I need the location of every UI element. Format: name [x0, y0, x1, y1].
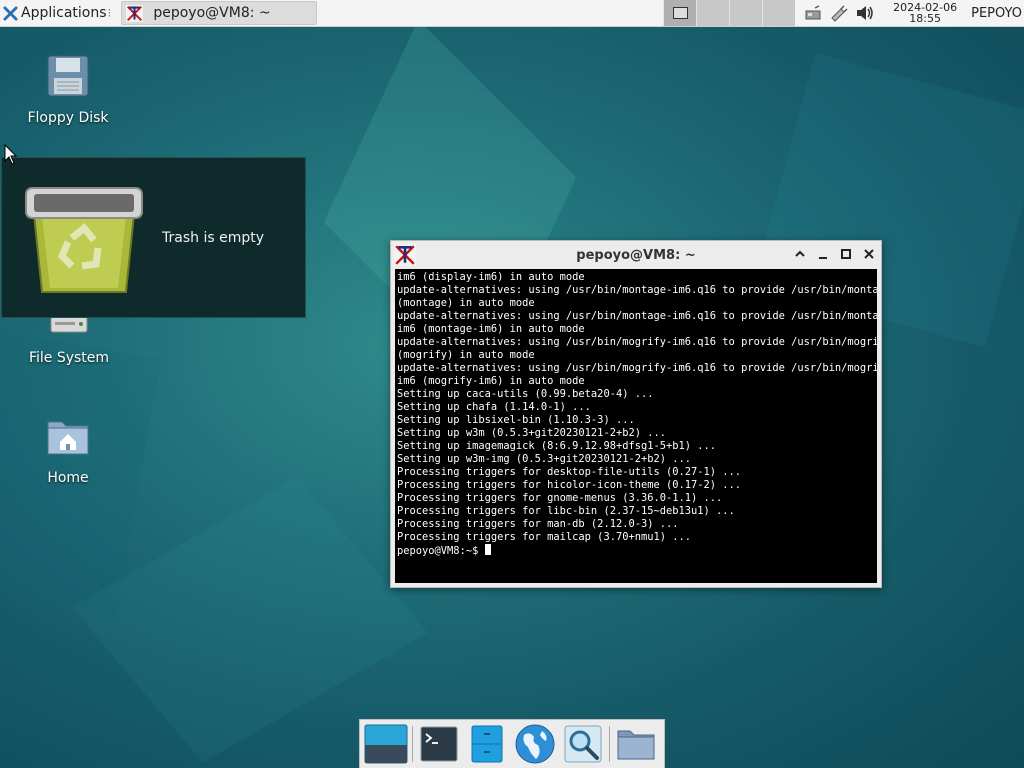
workspace-2[interactable]	[696, 0, 730, 26]
terminal-prompt-line: pepoyo@VM8:~$	[397, 544, 875, 558]
terminal-line: im6 (montage-im6) in auto mode	[397, 323, 585, 335]
terminal-line: update-alternatives: using /usr/bin/mogr…	[397, 336, 877, 348]
terminal-line: Setting up w3m (0.5.3+git20230121-2+b2) …	[397, 427, 666, 439]
applications-menu-button[interactable]: Applications ⁝	[0, 0, 115, 26]
desktop-icon-label: Floppy Disk	[27, 110, 109, 126]
app-finder-icon	[564, 725, 602, 763]
chevron-up-icon	[795, 250, 805, 257]
floppy-disk-icon	[47, 55, 89, 97]
terminal-line: Processing triggers for desktop-file-uti…	[397, 466, 742, 478]
dock-app-finder[interactable]	[561, 722, 605, 766]
bottom-dock	[359, 719, 665, 768]
terminal-line: update-alternatives: using /usr/bin/mont…	[397, 310, 877, 322]
desktop-icon-home[interactable]: Home	[13, 412, 123, 486]
dock-separator	[609, 726, 610, 762]
terminal-output[interactable]: im6 (display-im6) in auto mode update-alt…	[395, 269, 877, 583]
terminal-titlebar[interactable]: pepoyo@VM8: ~	[391, 241, 881, 269]
workspace-3[interactable]	[729, 0, 763, 26]
workspace-4[interactable]	[762, 0, 796, 26]
xterm-icon[interactable]	[394, 244, 416, 266]
shade-button[interactable]	[792, 246, 808, 262]
terminal-line: update-alternatives: using /usr/bin/mogr…	[397, 362, 877, 374]
maximize-button[interactable]	[838, 246, 854, 262]
system-tray	[803, 4, 875, 22]
terminal-line: Processing triggers for libc-bin (2.37-1…	[397, 505, 735, 517]
show-desktop-icon	[364, 724, 408, 764]
top-panel: Applications ⁝ pepoyo@VM8: ~ 2024-02-06 …	[0, 0, 1024, 27]
terminal-line: (mogrify) in auto mode	[397, 349, 535, 361]
terminal-line: im6 (mogrify-im6) in auto mode	[397, 375, 585, 387]
terminal-icon	[420, 726, 458, 762]
close-button[interactable]	[861, 246, 877, 262]
panel-clock[interactable]: 2024-02-06 18:55	[885, 2, 965, 24]
terminal-line: Processing triggers for man-db (2.12.0-3…	[397, 518, 679, 530]
window-controls	[792, 246, 877, 262]
taskbar-window-button[interactable]: pepoyo@VM8: ~	[121, 1, 318, 25]
network-icon[interactable]	[803, 4, 823, 22]
minimize-button[interactable]	[815, 246, 831, 262]
terminal-line: Processing triggers for mailcap (3.70+nm…	[397, 531, 692, 543]
folder-icon	[617, 730, 655, 760]
terminal-line: Processing triggers for gnome-menus (3.3…	[397, 492, 723, 504]
terminal-line: Setting up imagemagick (8:6.9.12.98+dfsg…	[397, 440, 717, 452]
terminal-line: update-alternatives: using /usr/bin/mont…	[397, 284, 877, 296]
mouse-pointer-icon	[4, 144, 18, 165]
close-icon	[864, 249, 874, 259]
terminal-prompt: pepoyo@VM8:~$	[397, 545, 485, 557]
power-plug-icon[interactable]	[829, 4, 849, 22]
dock-show-desktop[interactable]	[364, 722, 408, 766]
terminal-line: Setting up libsixel-bin (1.10.3-3) ...	[397, 414, 635, 426]
volume-icon[interactable]	[855, 4, 875, 22]
workspace-1[interactable]	[663, 0, 697, 26]
dock-web-browser[interactable]	[513, 722, 557, 766]
window-thumbnail	[672, 7, 688, 19]
taskbar-window-title: pepoyo@VM8: ~	[153, 5, 271, 21]
clock-time: 18:55	[909, 12, 941, 25]
terminal-window[interactable]: pepoyo@VM8: ~ im6 (display-im6) in auto …	[390, 240, 882, 588]
user-menu[interactable]: PEPOYO	[971, 6, 1022, 21]
terminal-line: (montage) in auto mode	[397, 297, 535, 309]
desktop-icon-floppy-disk[interactable]: Floppy Disk	[13, 52, 123, 126]
dock-folder[interactable]	[614, 722, 658, 766]
xfce-logo-icon	[3, 5, 18, 21]
workspace-switcher	[663, 0, 796, 26]
dock-separator	[412, 726, 413, 762]
dock-terminal[interactable]	[417, 722, 461, 766]
trash-tooltip: Trash is empty	[1, 157, 306, 318]
terminal-cursor	[484, 544, 491, 555]
desktop-icon-label: Home	[47, 470, 89, 486]
applications-label: Applications	[21, 5, 107, 21]
trash-bin-icon	[25, 187, 143, 293]
terminal-line: Setting up caca-utils (0.99.beta20-4) ..…	[397, 388, 654, 400]
desktop-icon-label: File System	[28, 350, 110, 366]
menu-separator-icon: ⁝	[107, 6, 112, 20]
file-manager-icon	[471, 725, 503, 763]
maximize-icon	[841, 249, 851, 259]
trash-status-text: Trash is empty	[162, 230, 264, 246]
web-browser-icon	[515, 724, 555, 764]
terminal-line: im6 (display-im6) in auto mode	[397, 271, 585, 283]
dock-file-manager[interactable]	[465, 722, 509, 766]
xterm-icon	[126, 4, 144, 22]
terminal-line: Setting up w3m-img (0.5.3+git20230121-2+…	[397, 453, 692, 465]
minimize-icon	[819, 257, 827, 259]
home-folder-icon	[47, 421, 89, 455]
terminal-line: Processing triggers for hicolor-icon-the…	[397, 479, 742, 491]
terminal-line: Setting up chafa (1.14.0-1) ...	[397, 401, 591, 413]
